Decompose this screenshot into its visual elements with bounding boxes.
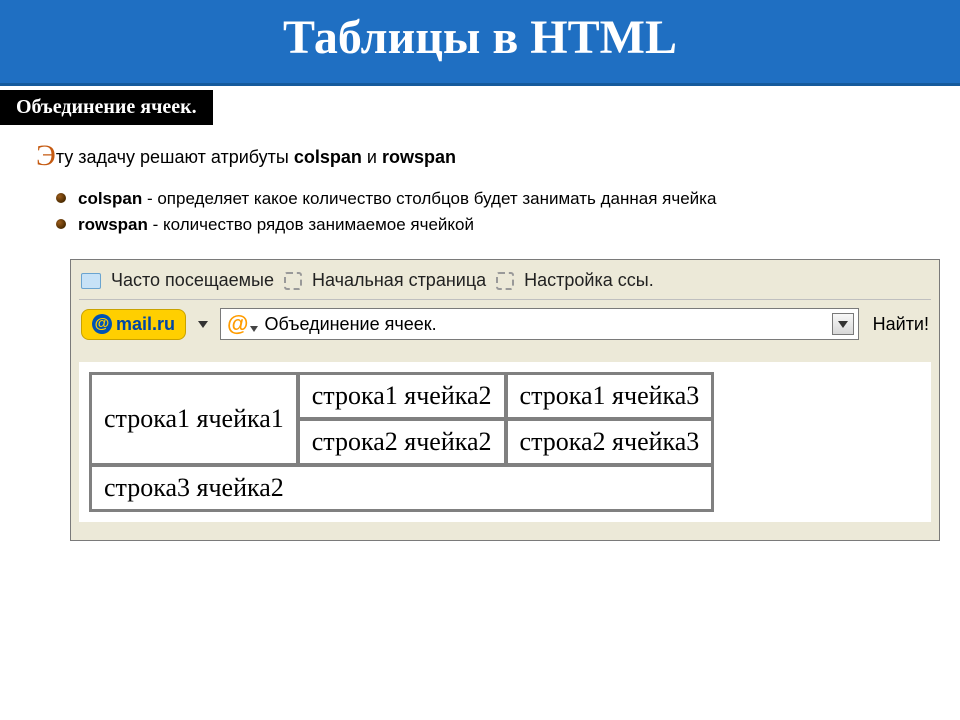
bookmarks-bar: Часто посещаемые Начальная страница Наст…: [79, 266, 931, 300]
intro-text: Эту задачу решают атрибуты colspan и row…: [36, 139, 940, 173]
search-toolbar: @mail.ru @ Объединение ячеек. Найти!: [79, 300, 931, 350]
at-icon: @: [227, 311, 248, 337]
slide-subtitle: Объединение ячеек.: [0, 90, 213, 125]
bookmark-link-settings[interactable]: Настройка ссы.: [524, 270, 654, 291]
table-cell: строка3 ячейка2: [91, 466, 712, 510]
demo-table: строка1 ячейка1 строка1 ячейка2 строка1 …: [89, 372, 714, 512]
table-cell: строка1 ячейка1: [91, 374, 297, 464]
chevron-down-icon: [838, 321, 848, 328]
search-input[interactable]: @ Объединение ячеек.: [220, 308, 859, 340]
demo-table-area: строка1 ячейка1 строка1 ячейка2 строка1 …: [79, 362, 931, 522]
slide-title: Таблицы в HTML: [0, 0, 960, 86]
at-icon: @: [92, 314, 112, 334]
table-cell: строка1 ячейка2: [299, 374, 505, 418]
attribute-list: colspan - определяет какое количество ст…: [56, 189, 940, 235]
page-icon: [284, 272, 302, 290]
bookmark-frequent[interactable]: Часто посещаемые: [111, 270, 274, 291]
intro-keyword-colspan: colspan: [294, 147, 362, 167]
bookmark-home[interactable]: Начальная страница: [312, 270, 486, 291]
mailru-label: mail.ru: [116, 314, 175, 335]
list-item: rowspan - количество рядов занимаемое яч…: [56, 215, 940, 235]
dropcap: Э: [36, 139, 56, 172]
page-icon: [496, 272, 514, 290]
intro-keyword-rowspan: rowspan: [382, 147, 456, 167]
dropdown-button[interactable]: [832, 313, 854, 335]
list-item: colspan - определяет какое количество ст…: [56, 189, 940, 209]
attr-desc: - количество рядов занимаемое ячейкой: [148, 215, 474, 234]
attr-name-colspan: colspan: [78, 189, 142, 208]
intro-and: и: [362, 147, 382, 167]
table-cell: строка2 ячейка3: [507, 420, 713, 464]
find-button[interactable]: Найти!: [873, 314, 929, 335]
chevron-down-icon[interactable]: [198, 321, 208, 328]
attr-desc: - определяет какое количество столбцов б…: [142, 189, 716, 208]
table-cell: строка2 ячейка2: [299, 420, 505, 464]
mailru-badge[interactable]: @mail.ru: [81, 309, 186, 340]
attr-name-rowspan: rowspan: [78, 215, 148, 234]
intro-rest: ту задачу решают атрибуты: [56, 147, 294, 167]
chevron-down-icon[interactable]: [250, 326, 258, 332]
browser-screenshot: Часто посещаемые Начальная страница Наст…: [70, 259, 940, 541]
folder-icon: [81, 273, 101, 289]
table-cell: строка1 ячейка3: [507, 374, 713, 418]
search-text: Объединение ячеек.: [264, 314, 831, 335]
